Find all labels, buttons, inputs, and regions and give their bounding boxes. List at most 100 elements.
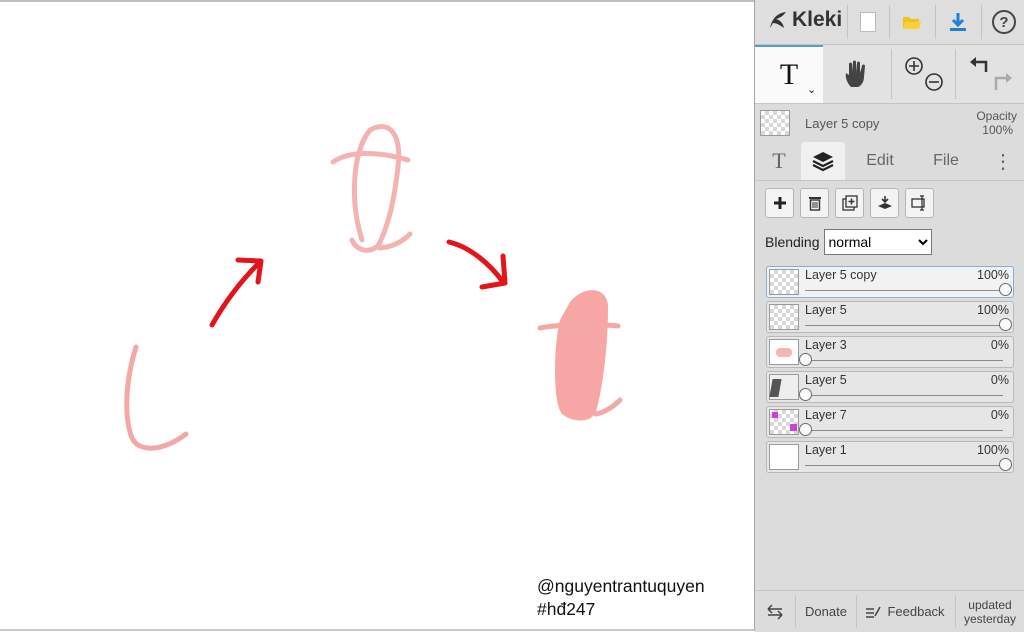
- divider: [891, 49, 892, 99]
- kleki-logo[interactable]: Kleki: [767, 8, 842, 32]
- text-tab-icon: T: [772, 148, 786, 173]
- divider: [935, 5, 936, 39]
- updated-label: updated: [968, 597, 1012, 612]
- rename-layer-button[interactable]: [905, 188, 934, 218]
- swap-arrows-icon: [767, 603, 783, 620]
- layer-opacity: 0%: [990, 408, 1009, 422]
- add-layer-icon: [773, 197, 786, 209]
- delete-layer-button[interactable]: [800, 188, 829, 218]
- opacity-slider-handle[interactable]: [999, 283, 1012, 296]
- blending-label: Blending: [765, 234, 820, 250]
- divider: [847, 5, 848, 39]
- watermark-handle: @nguyentrantuquyen: [537, 576, 705, 596]
- feedback-label: Feedback: [887, 604, 945, 619]
- layer-thumbnail: [769, 409, 799, 435]
- opacity-slider-track[interactable]: [805, 290, 1003, 291]
- download-icon: [950, 13, 966, 31]
- watermark-hashtag: #hđ247: [537, 599, 596, 619]
- layer-item[interactable]: Layer 5 0%: [766, 371, 1014, 403]
- layer-name: Layer 7: [805, 408, 847, 422]
- red-arrow-2: [446, 239, 506, 285]
- zoom-in-icon[interactable]: [905, 57, 923, 75]
- drawing-canvas[interactable]: @nguyentrantuquyen #hđ247: [0, 0, 754, 631]
- layer-name: Layer 5: [805, 303, 847, 317]
- donate-link[interactable]: Donate: [797, 591, 855, 632]
- layer-item[interactable]: Layer 3 0%: [766, 336, 1014, 368]
- divider: [955, 49, 956, 99]
- tab-layers[interactable]: [801, 142, 845, 180]
- opacity-slider-track[interactable]: [805, 430, 1003, 431]
- layers-icon: [812, 152, 834, 172]
- layer-item[interactable]: Layer 1 100%: [766, 441, 1014, 473]
- opacity-slider-track[interactable]: [805, 395, 1003, 396]
- updated-when: yesterday: [963, 611, 1017, 626]
- layer-opacity: 0%: [990, 338, 1009, 352]
- red-arrow-1: [209, 261, 261, 328]
- divider: [889, 5, 890, 39]
- layer-item[interactable]: Layer 5 100%: [766, 301, 1014, 333]
- more-menu-icon[interactable]: ⋮: [991, 142, 1015, 180]
- hand-tool-button[interactable]: [823, 45, 891, 103]
- new-image-button[interactable]: [855, 0, 881, 44]
- opacity-slider-handle[interactable]: [799, 353, 812, 366]
- layer-thumbnail: [769, 304, 799, 330]
- top-bar: Kleki ?: [755, 0, 1024, 45]
- chevron-down-icon[interactable]: ⌄: [807, 83, 816, 96]
- download-button[interactable]: [943, 0, 973, 44]
- open-file-icon: [903, 17, 921, 29]
- changelog-link[interactable]: updated yesterday: [957, 591, 1023, 632]
- layer-item[interactable]: Layer 5 copy 100%: [766, 266, 1014, 298]
- pink-sketch-mark: [776, 348, 792, 357]
- pink-stroke-1: [124, 344, 189, 451]
- app-name: Kleki: [792, 8, 843, 31]
- tool-row: T ⌄: [755, 45, 1024, 104]
- text-tool-icon: T: [779, 58, 799, 91]
- text-tool-button[interactable]: T ⌄: [755, 45, 823, 103]
- undo-icon[interactable]: [970, 57, 988, 72]
- tab-file[interactable]: File: [923, 142, 969, 180]
- new-image-icon: [860, 12, 876, 32]
- layer-opacity: 0%: [990, 373, 1009, 387]
- help-button[interactable]: ?: [989, 0, 1019, 44]
- divider: [955, 595, 956, 628]
- opacity-slider-track[interactable]: [805, 360, 1003, 361]
- layer-thumbnail: [769, 444, 799, 470]
- zoom-out-icon[interactable]: [925, 73, 943, 91]
- opacity-label: Opacity: [976, 109, 1017, 123]
- opacity-slider-handle[interactable]: [999, 458, 1012, 471]
- swap-side-button[interactable]: [759, 591, 791, 632]
- feedback-icon: [866, 606, 882, 618]
- tab-text[interactable]: T: [761, 142, 797, 180]
- opacity-slider-track[interactable]: [805, 325, 1003, 326]
- layer-thumbnail: [769, 269, 799, 295]
- layer-item[interactable]: Layer 7 0%: [766, 406, 1014, 438]
- blending-select[interactable]: normal: [823, 229, 932, 255]
- layer-opacity: 100%: [977, 443, 1009, 457]
- opacity-slider-track[interactable]: [805, 465, 1003, 466]
- merge-down-icon: [877, 196, 892, 209]
- tab-edit[interactable]: Edit: [855, 142, 905, 180]
- purple-sketch-mark: [790, 424, 797, 431]
- current-layer-name: Layer 5 copy: [805, 116, 880, 131]
- divider: [981, 5, 982, 39]
- feedback-link[interactable]: Feedback: [859, 591, 951, 632]
- undo-redo-icons: [970, 57, 1012, 90]
- zoom-buttons: [897, 45, 951, 103]
- opacity-slider-handle[interactable]: [799, 423, 812, 436]
- canvas-artwork: [124, 124, 623, 451]
- rename-layer-icon: [910, 195, 925, 211]
- merge-down-button[interactable]: [870, 188, 899, 218]
- duplicate-layer-button[interactable]: [835, 188, 864, 218]
- kleki-logo-icon: [770, 12, 786, 28]
- layer-opacity: 100%: [977, 268, 1009, 282]
- opacity-slider-handle[interactable]: [799, 388, 812, 401]
- add-layer-button[interactable]: [765, 188, 794, 218]
- layer-opacity: 100%: [977, 303, 1009, 317]
- blending-row: Blending normal: [765, 228, 932, 256]
- pink-stroke-2: [330, 124, 413, 253]
- open-file-button[interactable]: [897, 0, 927, 44]
- undo-redo-buttons: [959, 45, 1023, 103]
- delete-layer-icon: [808, 197, 821, 211]
- redo-icon[interactable]: [994, 73, 1012, 90]
- opacity-slider-handle[interactable]: [999, 318, 1012, 331]
